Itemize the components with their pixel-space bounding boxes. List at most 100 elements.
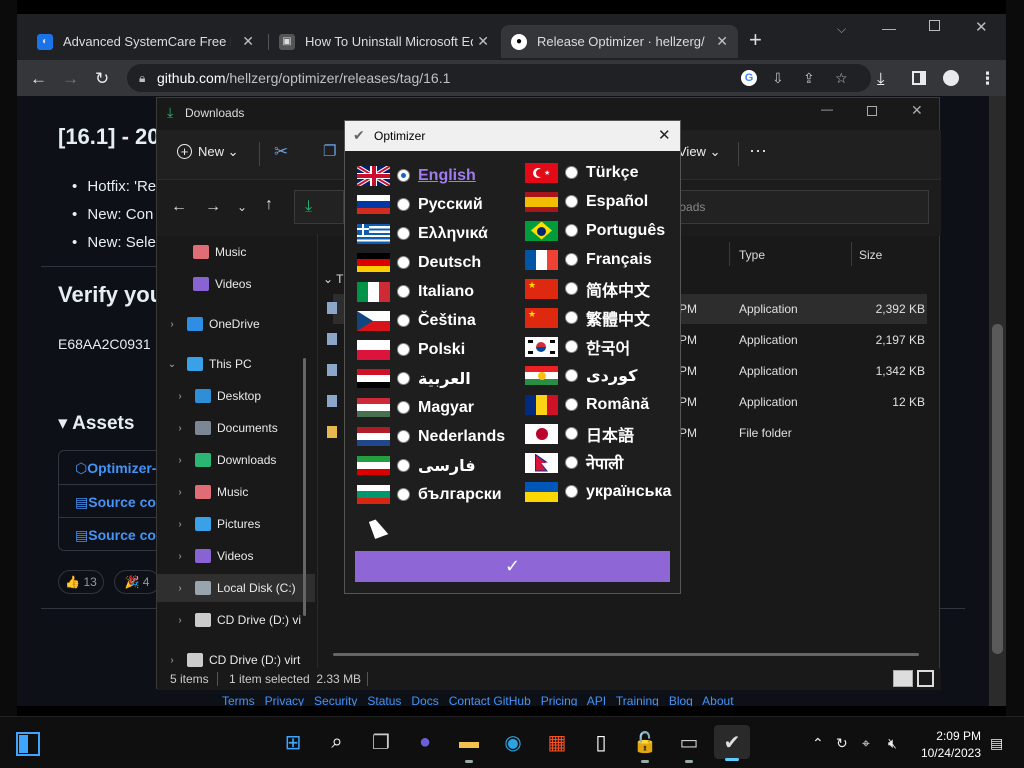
chevron-right-icon[interactable]: › — [173, 519, 187, 530]
minimize-icon[interactable]: — — [882, 20, 896, 36]
language-option[interactable]: नेपाली — [525, 448, 623, 477]
up-icon[interactable]: ↑ — [265, 196, 273, 214]
radio-button[interactable] — [397, 169, 410, 182]
sidebar-item-documents[interactable]: › Documents — [157, 414, 315, 442]
downloads-icon[interactable]: ⤓ — [877, 69, 885, 89]
sidebar-item-cd-drive-d-vi[interactable]: › CD Drive (D:) vi — [157, 606, 315, 634]
search-icon[interactable]: ⌕ — [324, 729, 350, 755]
radio-button[interactable] — [565, 166, 578, 179]
address-bar[interactable]: 🔒︎ github.com/hellzerg/optimizer/release… — [127, 64, 871, 92]
radio-button[interactable] — [397, 372, 410, 385]
clock-date[interactable]: 10/24/2023 — [917, 746, 981, 760]
cut-icon[interactable]: ✂ — [274, 142, 288, 162]
chevron-right-icon[interactable]: › — [173, 455, 187, 466]
horizontal-scrollbar[interactable] — [333, 653, 919, 656]
language-option[interactable]: Română — [525, 390, 649, 419]
language-option[interactable]: 日本語 — [525, 419, 634, 448]
radio-button[interactable] — [565, 485, 578, 498]
menu-icon[interactable]: ⋮ — [979, 69, 996, 89]
radio-button[interactable] — [397, 430, 410, 443]
asset-link[interactable]: ▤Source cod — [75, 494, 164, 511]
minimize-icon[interactable]: — — [821, 102, 833, 116]
radio-button[interactable] — [565, 398, 578, 411]
language-option[interactable]: English — [357, 161, 476, 190]
tiles-view-button[interactable] — [917, 670, 934, 687]
side-panel-icon[interactable] — [912, 71, 926, 85]
radio-button[interactable] — [565, 195, 578, 208]
scrollbar-thumb[interactable] — [992, 324, 1003, 654]
file-explorer-icon[interactable]: ▬ — [456, 729, 482, 763]
store-icon[interactable]: ▦ — [544, 729, 570, 755]
chevron-right-icon[interactable]: › — [173, 423, 187, 434]
radio-button[interactable] — [397, 198, 410, 211]
chevron-right-icon[interactable]: › — [173, 391, 187, 402]
reload-icon[interactable]: ↻ — [95, 69, 109, 89]
close-window-icon[interactable]: ✕ — [975, 18, 988, 36]
tab-uninstall-edge[interactable]: ▣ How To Uninstall Microsoft Edge ✕ — [269, 25, 499, 58]
close-icon[interactable]: ✕ — [242, 33, 254, 50]
language-option[interactable]: ★ 简体中文 — [525, 274, 650, 303]
forward-icon[interactable]: → — [205, 198, 221, 216]
language-option[interactable]: Nederlands — [357, 422, 505, 451]
chevron-right-icon[interactable]: › — [173, 615, 187, 626]
chevron-right-icon[interactable]: › — [173, 487, 187, 498]
language-option[interactable]: Português — [525, 216, 665, 245]
reaction-thumbs-up[interactable]: 👍 13 — [58, 570, 104, 594]
sidebar-item-onedrive[interactable]: › OneDrive — [157, 310, 315, 338]
network-icon[interactable]: ⌖ — [862, 735, 870, 752]
install-app-icon[interactable]: ⇩ — [772, 64, 784, 92]
close-icon[interactable]: ✕ — [477, 33, 489, 50]
tab-advanced-systemcare[interactable]: ◐ Advanced SystemCare Free Dow ✕ — [27, 25, 264, 58]
sidebar-item-music[interactable]: Music — [157, 238, 315, 266]
radio-button[interactable] — [565, 456, 578, 469]
sync-icon[interactable]: ↻ — [836, 735, 848, 752]
radio-button[interactable] — [397, 314, 410, 327]
lock-app-icon[interactable]: 🔓 — [632, 729, 658, 763]
notification-icon[interactable]: ▤ — [990, 735, 1003, 752]
radio-button[interactable] — [397, 285, 410, 298]
tab-search-icon[interactable]: ⌵ — [837, 22, 846, 37]
radio-button[interactable] — [397, 459, 410, 472]
language-option[interactable]: Magyar — [357, 393, 474, 422]
column-size[interactable]: Size — [859, 248, 882, 262]
new-button[interactable]: + New ⌄ — [177, 144, 239, 160]
radio-button[interactable] — [397, 227, 410, 240]
radio-button[interactable] — [397, 488, 410, 501]
language-option[interactable]: українська — [525, 477, 671, 506]
language-option[interactable]: български — [357, 480, 502, 509]
chevron-right-icon[interactable]: › — [173, 583, 187, 594]
column-type[interactable]: Type — [739, 248, 765, 262]
clock-time[interactable]: 2:09 PM — [919, 729, 981, 743]
radio-button[interactable] — [565, 340, 578, 353]
radio-button[interactable] — [565, 369, 578, 382]
more-options-button[interactable]: ··· — [749, 140, 767, 161]
new-tab-button[interactable]: + — [749, 27, 762, 53]
sidebar-item-downloads[interactable]: › Downloads — [157, 446, 315, 474]
optimizer-app-icon[interactable]: ✔ — [714, 725, 750, 761]
language-option[interactable]: العربية — [357, 364, 471, 393]
asset-link[interactable]: ▤Source cod — [75, 527, 164, 544]
asset-link[interactable]: ⬡Optimizer- — [75, 460, 156, 477]
language-option[interactable]: Français — [525, 245, 652, 274]
chat-icon[interactable]: ● — [412, 729, 438, 755]
view-button[interactable]: View ⌄ — [678, 144, 720, 160]
assets-heading[interactable]: ▾ Assets — [58, 412, 134, 435]
start-icon[interactable]: ⊞ — [280, 729, 306, 755]
reaction-tada[interactable]: 🎉 4 — [114, 570, 160, 594]
radio-button[interactable] — [565, 427, 578, 440]
radio-button[interactable] — [397, 401, 410, 414]
sidebar-item-desktop[interactable]: › Desktop — [157, 382, 315, 410]
sidebar-item-this-pc[interactable]: ⌄ This PC — [157, 350, 315, 378]
copy-icon[interactable]: ❐ — [323, 142, 336, 160]
language-option[interactable]: Deutsch — [357, 248, 481, 277]
language-option[interactable]: كوردی — [525, 361, 637, 390]
language-option[interactable]: Polski — [357, 335, 465, 364]
recent-locations-icon[interactable]: ⌄ — [237, 200, 247, 214]
sidebar-item-videos[interactable]: Videos — [157, 270, 315, 298]
confirm-button[interactable]: ✓ — [355, 551, 670, 582]
language-option[interactable]: Русский — [357, 190, 483, 219]
radio-button[interactable] — [565, 253, 578, 266]
notepad-icon[interactable]: ▯ — [588, 729, 614, 755]
back-icon[interactable]: ← — [30, 69, 47, 89]
chevron-right-icon[interactable]: › — [173, 551, 187, 562]
